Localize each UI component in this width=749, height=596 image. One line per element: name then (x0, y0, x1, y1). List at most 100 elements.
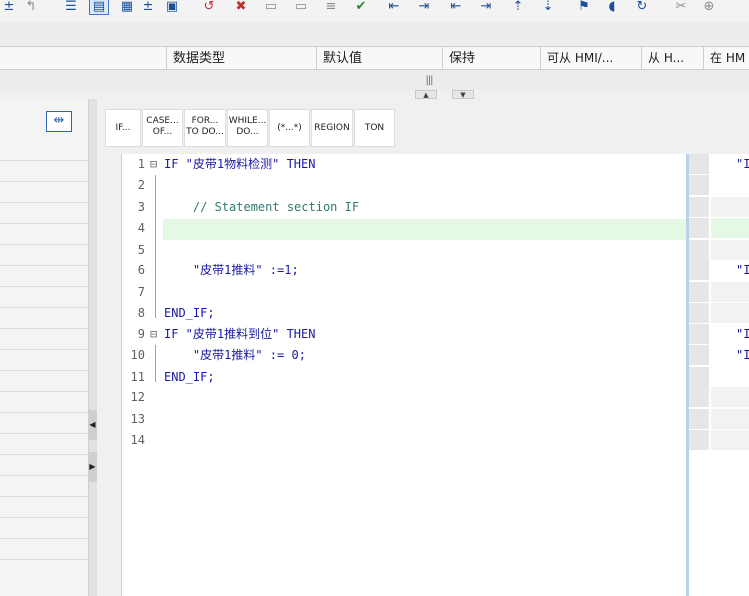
list-item (689, 260, 709, 281)
code-line[interactable]: 9 ⊟ IF "皮带1推料到位" THEN (121, 324, 686, 345)
code-line[interactable]: 4 (121, 218, 686, 239)
fold-toggle-icon[interactable]: ⊟ (150, 324, 162, 345)
code-line[interactable]: 2 (121, 175, 686, 196)
code-line[interactable]: 11 END_IF; (121, 367, 686, 388)
column-data-type[interactable]: 数据类型 (166, 47, 323, 69)
list-item (0, 328, 88, 350)
info-text: "I (736, 263, 749, 277)
column-in-hmi[interactable]: 在 HM (703, 47, 749, 69)
info-text: "I (736, 348, 749, 362)
code-text: END_IF; (164, 306, 215, 320)
splitter-bar[interactable] (0, 70, 749, 90)
column-default-value[interactable]: 默认值 (316, 47, 449, 69)
instr-case-button[interactable]: CASE... OF... (142, 109, 183, 147)
list-item (711, 409, 749, 430)
toolbar-icon-4[interactable]: ▤ (89, 0, 109, 15)
instr-comment-button[interactable]: (*...*) (269, 109, 310, 147)
toolbar: ± ↰ ☰ ▤ ▦ ± ▣ ↺ ✖ ▭ ▭ ≡ ✔ ⇤ ⇥ ⇤ ⇥ ⇡ ⇣ ⚑ … (0, 0, 749, 22)
toolbar-icon-3[interactable]: ☰ (62, 0, 80, 14)
fold-toggle-icon[interactable]: ⊟ (150, 154, 162, 175)
column-from-hmi[interactable]: 从 H... (641, 47, 710, 69)
list-item (0, 265, 88, 287)
list-item (0, 538, 88, 560)
list-item (0, 139, 88, 161)
toolbar-icon-13[interactable]: ✔ (352, 0, 370, 14)
toolbar-icon-9[interactable]: ✖ (232, 0, 250, 14)
toolbar-icon-16[interactable]: ⇤ (447, 0, 465, 14)
splitter-grip-icon[interactable]: ||| (423, 75, 435, 87)
code-line[interactable]: 6 "皮带1推料" :=1; (121, 260, 686, 281)
code-line[interactable]: 8 END_IF; (121, 303, 686, 324)
instr-region-button[interactable]: REGION (311, 109, 353, 147)
instr-if-button[interactable]: IF... (105, 109, 141, 147)
code-line[interactable]: 13 (121, 409, 686, 430)
list-item (689, 197, 709, 218)
code-line[interactable]: 12 (121, 387, 686, 408)
toolbar-icon-7[interactable]: ▣ (163, 0, 181, 14)
toolbar-icon-1[interactable]: ± (0, 0, 18, 14)
toolbar-icon-14[interactable]: ⇤ (385, 0, 403, 14)
toolbar-icon-2[interactable]: ↰ (22, 0, 40, 14)
list-item (0, 412, 88, 434)
toolbar-icon-5[interactable]: ▦ (118, 0, 136, 14)
expand-right-icon[interactable]: ▶ (88, 452, 97, 482)
interface-column-header: 数据类型 默认值 保持 可从 HMI/... 从 H... 在 HM (0, 46, 749, 70)
line-number: 12 (130, 390, 145, 404)
line-number: 5 (137, 243, 145, 257)
toolbar-icon-22[interactable]: ↻ (633, 0, 651, 14)
list-item (689, 430, 709, 451)
toolbar-icon-6[interactable]: ± (139, 0, 157, 14)
code-line[interactable]: 3 // Statement section IF (121, 197, 686, 218)
code-line[interactable]: 14 (121, 430, 686, 451)
toolbar-icon-23[interactable]: ✂ (672, 0, 690, 14)
list-item (711, 282, 749, 303)
expand-down-icon[interactable]: ▼ (452, 90, 474, 99)
toolbar-icon-10[interactable]: ▭ (262, 0, 280, 14)
list-item (689, 345, 709, 366)
collapse-up-icon[interactable]: ▲ (415, 90, 437, 99)
instr-for-button[interactable]: FOR... TO DO... (184, 109, 226, 147)
list-item (0, 160, 88, 182)
list-item (689, 324, 709, 345)
list-item (0, 181, 88, 203)
list-item (689, 387, 709, 408)
instr-while-label-2: DO... (236, 127, 259, 137)
line-number: 3 (137, 200, 145, 214)
toolbar-icon-24[interactable]: ⊕ (700, 0, 718, 14)
toolbar-icon-19[interactable]: ⇣ (539, 0, 557, 14)
collapse-left-icon[interactable]: ◀ (88, 410, 97, 440)
list-item (0, 433, 88, 455)
info-text: "I (736, 157, 749, 171)
code-line[interactable]: 5 (121, 240, 686, 261)
toolbar-icon-15[interactable]: ⇥ (415, 0, 433, 14)
list-item (711, 303, 749, 324)
toolbar-icon-12[interactable]: ≡ (322, 0, 340, 14)
toolbar-icon-18[interactable]: ⇡ (509, 0, 527, 14)
list-item (689, 218, 709, 239)
instr-for-label: FOR... (191, 116, 219, 126)
code-text: END_IF; (164, 370, 215, 384)
list-item (0, 307, 88, 329)
line-number: 6 (137, 263, 145, 277)
line-number: 13 (130, 412, 145, 426)
toolbar-icon-21[interactable]: ◖ (603, 0, 621, 14)
instr-for-label-2: TO DO... (186, 127, 224, 137)
code-line[interactable]: 7 (121, 282, 686, 303)
list-item (711, 218, 749, 239)
toolbar-icon-8[interactable]: ↺ (200, 0, 218, 14)
column-accessible-from-hmi[interactable]: 可从 HMI/... (540, 47, 648, 69)
toggle-sidebar-icon[interactable]: ⇹ (46, 111, 72, 132)
code-line[interactable]: 1 ⊟ IF "皮带1物料检测" THEN (121, 154, 686, 175)
line-number: 10 (130, 348, 145, 362)
toolbar-icon-20[interactable]: ⚑ (575, 0, 593, 14)
code-text: IF "皮带1物料检测" THEN (164, 157, 316, 171)
code-line[interactable]: 10 "皮带1推料" := 0; (121, 345, 686, 366)
instr-while-button[interactable]: WHILE... DO... (227, 109, 268, 147)
list-item (689, 282, 709, 303)
instr-ton-button[interactable]: TON (354, 109, 395, 147)
toolbar-icon-11[interactable]: ▭ (292, 0, 310, 14)
toolbar-icon-17[interactable]: ⇥ (477, 0, 495, 14)
list-item (689, 409, 709, 430)
column-retain[interactable]: 保持 (442, 47, 547, 69)
toolbar-gap (0, 22, 749, 46)
